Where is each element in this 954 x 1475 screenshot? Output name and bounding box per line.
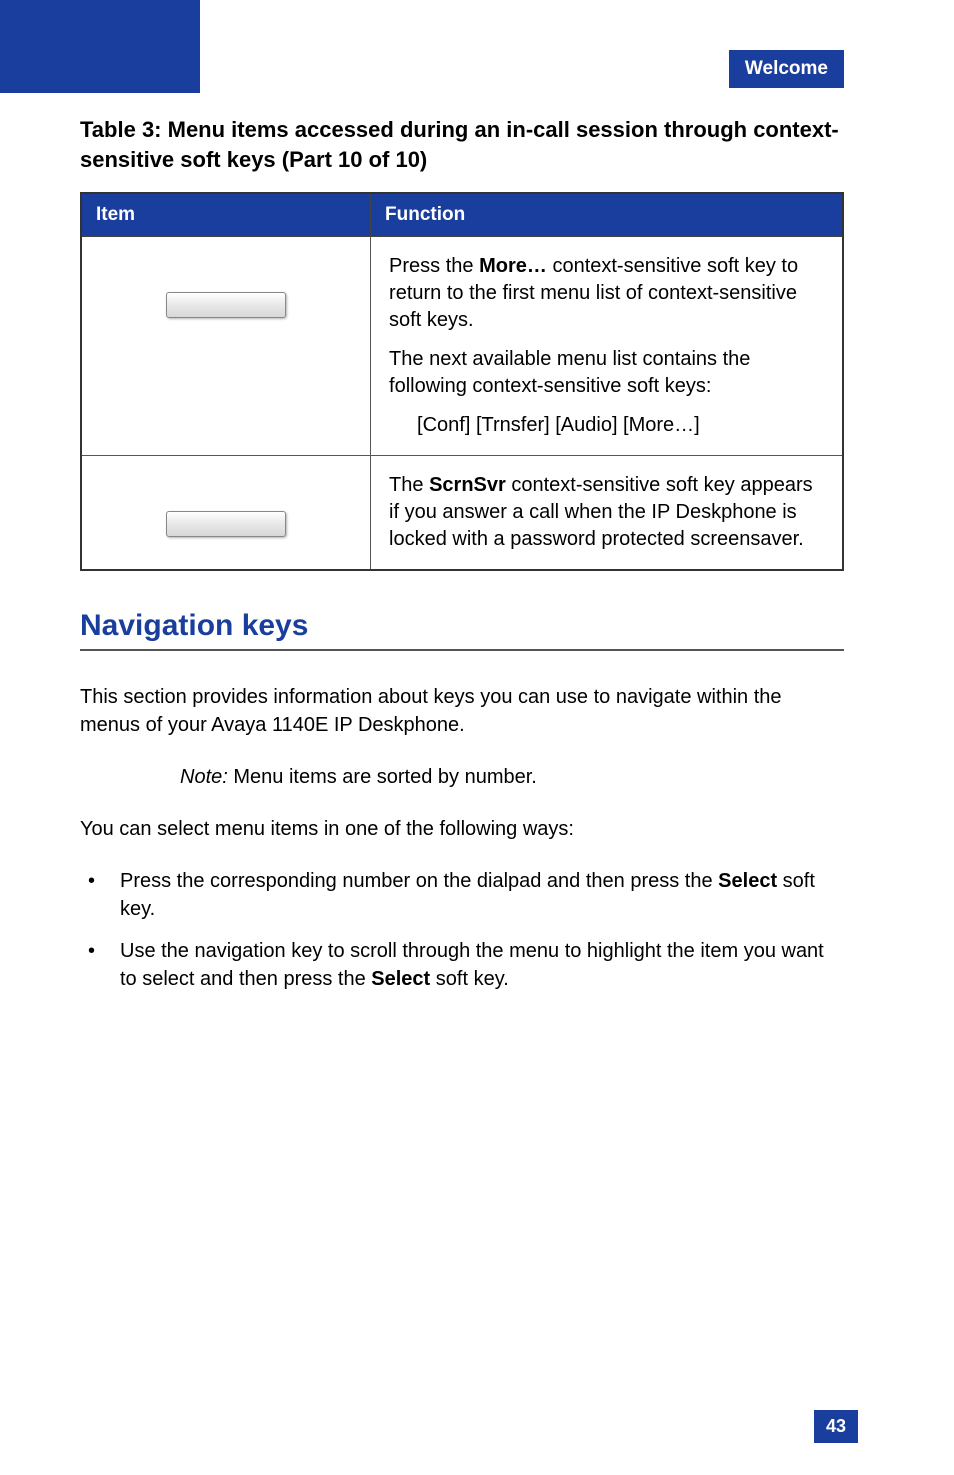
- table-row: The ScrnSvr context-sensitive soft key a…: [81, 456, 843, 571]
- desc-paragraph-indent: [Conf] [Trnsfer] [Audio] [More…]: [389, 412, 824, 439]
- list-item: Press the corresponding number on the di…: [80, 867, 844, 923]
- page-number: 43: [814, 1410, 858, 1443]
- note-text: Menu items are sorted by number.: [228, 766, 537, 788]
- page-content: Table 3: Menu items accessed during an i…: [80, 115, 844, 1007]
- list-item: Use the navigation key to scroll through…: [80, 937, 844, 993]
- section-tab: Welcome: [729, 50, 844, 88]
- softkey-button-icon: [166, 292, 286, 318]
- function-cell: The ScrnSvr context-sensitive soft key a…: [371, 456, 843, 571]
- desc-paragraph: The ScrnSvr context-sensitive soft key a…: [389, 472, 824, 553]
- col-head-function: Function: [371, 193, 843, 237]
- desc-paragraph: Press the More… context-sensitive soft k…: [389, 253, 824, 334]
- note-paragraph: Note: Menu items are sorted by number.: [180, 763, 844, 791]
- softkey-button-icon: [166, 511, 286, 537]
- header-color-block: [0, 0, 200, 93]
- desc-paragraph: The next available menu list contains th…: [389, 346, 824, 400]
- item-cell: [81, 456, 371, 571]
- ways-list: Press the corresponding number on the di…: [80, 867, 844, 993]
- col-head-item: Item: [81, 193, 371, 237]
- table-row: Press the More… context-sensitive soft k…: [81, 237, 843, 456]
- intro-paragraph: This section provides information about …: [80, 683, 844, 739]
- section-label: Welcome: [745, 58, 828, 79]
- heading-rule: [80, 649, 844, 651]
- item-cell: [81, 237, 371, 456]
- heading-navigation-keys: Navigation keys: [80, 609, 844, 643]
- table-title: Table 3: Menu items accessed during an i…: [80, 115, 844, 174]
- function-cell: Press the More… context-sensitive soft k…: [371, 237, 843, 456]
- note-label: Note:: [180, 766, 228, 788]
- menu-table: Item Function Press the More… context-se…: [80, 192, 844, 571]
- ways-intro: You can select menu items in one of the …: [80, 815, 844, 843]
